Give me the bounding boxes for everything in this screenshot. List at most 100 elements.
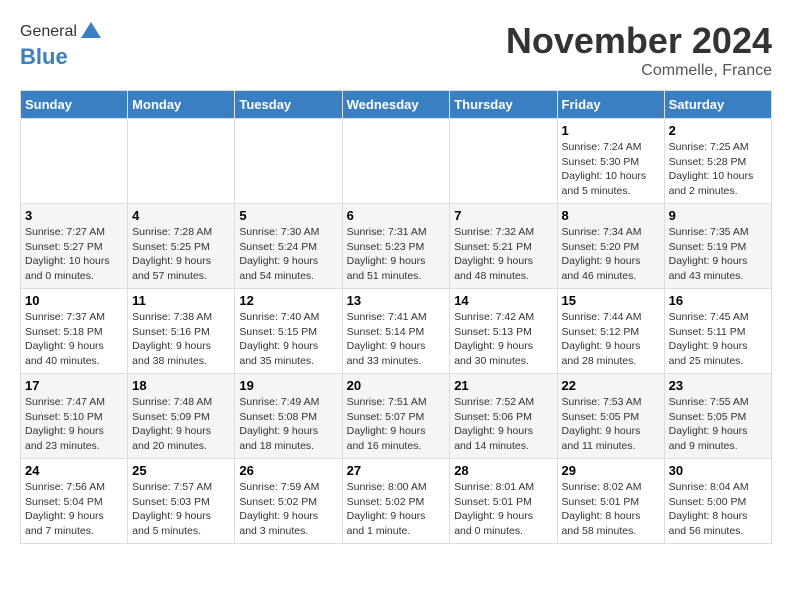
calendar-cell: 9 Sunrise: 7:35 AM Sunset: 5:19 PM Daylig… <box>664 204 771 289</box>
day-number: 1 <box>562 123 660 138</box>
day-number: 17 <box>25 378 123 393</box>
day-number: 18 <box>132 378 230 393</box>
weekday-header: Tuesday <box>235 91 342 119</box>
weekday-header: Sunday <box>21 91 128 119</box>
day-info: Sunrise: 7:55 AM Sunset: 5:05 PM Dayligh… <box>669 395 767 454</box>
day-number: 19 <box>239 378 337 393</box>
weekday-header: Friday <box>557 91 664 119</box>
day-info: Sunrise: 8:01 AM Sunset: 5:01 PM Dayligh… <box>454 480 552 539</box>
calendar-cell: 26 Sunrise: 7:59 AM Sunset: 5:02 PM Dayli… <box>235 459 342 544</box>
calendar-cell: 16Sunrise: 7:45 AM Sunset: 5:11 PM Dayli… <box>664 289 771 374</box>
day-number: 9 <box>669 208 767 223</box>
day-info: Sunrise: 8:00 AM Sunset: 5:02 PM Dayligh… <box>347 480 446 539</box>
calendar-cell: 24Sunrise: 7:56 AM Sunset: 5:04 PM Dayli… <box>21 459 128 544</box>
day-number: 3 <box>25 208 123 223</box>
day-number: 30 <box>669 463 767 478</box>
calendar-cell: 29 Sunrise: 8:02 AM Sunset: 5:01 PM Dayli… <box>557 459 664 544</box>
calendar-header-row: SundayMondayTuesdayWednesdayThursdayFrid… <box>21 91 772 119</box>
day-number: 16 <box>669 293 767 308</box>
calendar-week-row: 24Sunrise: 7:56 AM Sunset: 5:04 PM Dayli… <box>21 459 772 544</box>
calendar-cell: 11 Sunrise: 7:38 AM Sunset: 5:16 PM Dayli… <box>128 289 235 374</box>
calendar-cell: 19 Sunrise: 7:49 AM Sunset: 5:08 PM Dayli… <box>235 374 342 459</box>
day-number: 29 <box>562 463 660 478</box>
calendar-cell: 10 Sunrise: 7:37 AM Sunset: 5:18 PM Dayli… <box>21 289 128 374</box>
calendar-cell: 30 Sunrise: 8:04 AM Sunset: 5:00 PM Dayli… <box>664 459 771 544</box>
day-info: Sunrise: 7:32 AM Sunset: 5:21 PM Dayligh… <box>454 225 552 284</box>
calendar-table: SundayMondayTuesdayWednesdayThursdayFrid… <box>20 90 772 544</box>
day-info: Sunrise: 8:02 AM Sunset: 5:01 PM Dayligh… <box>562 480 660 539</box>
calendar-cell: 20 Sunrise: 7:51 AM Sunset: 5:07 PM Dayli… <box>342 374 450 459</box>
day-info: Sunrise: 7:42 AM Sunset: 5:13 PM Dayligh… <box>454 310 552 369</box>
day-number: 15 <box>562 293 660 308</box>
calendar-week-row: 10 Sunrise: 7:37 AM Sunset: 5:18 PM Dayli… <box>21 289 772 374</box>
day-info: Sunrise: 7:59 AM Sunset: 5:02 PM Dayligh… <box>239 480 337 539</box>
day-number: 23 <box>669 378 767 393</box>
day-info: Sunrise: 7:51 AM Sunset: 5:07 PM Dayligh… <box>347 395 446 454</box>
day-info: Sunrise: 7:49 AM Sunset: 5:08 PM Dayligh… <box>239 395 337 454</box>
weekday-header: Saturday <box>664 91 771 119</box>
calendar-cell: 1 Sunrise: 7:24 AM Sunset: 5:30 PM Daylig… <box>557 119 664 204</box>
day-info: Sunrise: 7:24 AM Sunset: 5:30 PM Dayligh… <box>562 140 660 199</box>
logo-icon <box>79 20 103 44</box>
day-number: 11 <box>132 293 230 308</box>
calendar-cell: 3 Sunrise: 7:27 AM Sunset: 5:27 PM Daylig… <box>21 204 128 289</box>
logo: General Blue <box>20 20 103 70</box>
day-info: Sunrise: 7:56 AM Sunset: 5:04 PM Dayligh… <box>25 480 123 539</box>
day-number: 21 <box>454 378 552 393</box>
calendar-week-row: 17 Sunrise: 7:47 AM Sunset: 5:10 PM Dayli… <box>21 374 772 459</box>
month-title: November 2024 <box>506 20 772 62</box>
location-subtitle: Commelle, France <box>506 62 772 80</box>
day-info: Sunrise: 7:37 AM Sunset: 5:18 PM Dayligh… <box>25 310 123 369</box>
calendar-cell: 5 Sunrise: 7:30 AM Sunset: 5:24 PM Daylig… <box>235 204 342 289</box>
calendar-cell: 22Sunrise: 7:53 AM Sunset: 5:05 PM Dayli… <box>557 374 664 459</box>
day-info: Sunrise: 7:44 AM Sunset: 5:12 PM Dayligh… <box>562 310 660 369</box>
day-info: Sunrise: 7:40 AM Sunset: 5:15 PM Dayligh… <box>239 310 337 369</box>
day-number: 13 <box>347 293 446 308</box>
day-number: 4 <box>132 208 230 223</box>
calendar-cell: 7 Sunrise: 7:32 AM Sunset: 5:21 PM Daylig… <box>450 204 557 289</box>
day-number: 26 <box>239 463 337 478</box>
day-number: 6 <box>347 208 446 223</box>
calendar-cell <box>21 119 128 204</box>
day-info: Sunrise: 7:27 AM Sunset: 5:27 PM Dayligh… <box>25 225 123 284</box>
calendar-cell: 14 Sunrise: 7:42 AM Sunset: 5:13 PM Dayli… <box>450 289 557 374</box>
day-number: 10 <box>25 293 123 308</box>
day-number: 14 <box>454 293 552 308</box>
calendar-cell <box>342 119 450 204</box>
day-info: Sunrise: 7:52 AM Sunset: 5:06 PM Dayligh… <box>454 395 552 454</box>
day-info: Sunrise: 7:38 AM Sunset: 5:16 PM Dayligh… <box>132 310 230 369</box>
calendar-cell: 21 Sunrise: 7:52 AM Sunset: 5:06 PM Dayli… <box>450 374 557 459</box>
day-number: 22 <box>562 378 660 393</box>
day-info: Sunrise: 7:34 AM Sunset: 5:20 PM Dayligh… <box>562 225 660 284</box>
day-info: Sunrise: 7:41 AM Sunset: 5:14 PM Dayligh… <box>347 310 446 369</box>
day-number: 20 <box>347 378 446 393</box>
day-info: Sunrise: 7:57 AM Sunset: 5:03 PM Dayligh… <box>132 480 230 539</box>
day-number: 7 <box>454 208 552 223</box>
calendar-week-row: 1 Sunrise: 7:24 AM Sunset: 5:30 PM Daylig… <box>21 119 772 204</box>
day-info: Sunrise: 8:04 AM Sunset: 5:00 PM Dayligh… <box>669 480 767 539</box>
weekday-header: Wednesday <box>342 91 450 119</box>
calendar-cell: 25 Sunrise: 7:57 AM Sunset: 5:03 PM Dayli… <box>128 459 235 544</box>
day-number: 25 <box>132 463 230 478</box>
calendar-cell: 12 Sunrise: 7:40 AM Sunset: 5:15 PM Dayli… <box>235 289 342 374</box>
day-info: Sunrise: 7:30 AM Sunset: 5:24 PM Dayligh… <box>239 225 337 284</box>
day-number: 27 <box>347 463 446 478</box>
day-info: Sunrise: 7:31 AM Sunset: 5:23 PM Dayligh… <box>347 225 446 284</box>
weekday-header: Thursday <box>450 91 557 119</box>
day-number: 2 <box>669 123 767 138</box>
calendar-cell: 27 Sunrise: 8:00 AM Sunset: 5:02 PM Dayli… <box>342 459 450 544</box>
calendar-cell: 18 Sunrise: 7:48 AM Sunset: 5:09 PM Dayli… <box>128 374 235 459</box>
day-info: Sunrise: 7:48 AM Sunset: 5:09 PM Dayligh… <box>132 395 230 454</box>
day-info: Sunrise: 7:47 AM Sunset: 5:10 PM Dayligh… <box>25 395 123 454</box>
calendar-cell: 28Sunrise: 8:01 AM Sunset: 5:01 PM Dayli… <box>450 459 557 544</box>
calendar-cell: 2Sunrise: 7:25 AM Sunset: 5:28 PM Daylig… <box>664 119 771 204</box>
calendar-cell: 23 Sunrise: 7:55 AM Sunset: 5:05 PM Dayli… <box>664 374 771 459</box>
weekday-header: Monday <box>128 91 235 119</box>
day-number: 12 <box>239 293 337 308</box>
calendar-cell: 6 Sunrise: 7:31 AM Sunset: 5:23 PM Daylig… <box>342 204 450 289</box>
calendar-cell <box>128 119 235 204</box>
calendar-cell <box>450 119 557 204</box>
day-info: Sunrise: 7:35 AM Sunset: 5:19 PM Dayligh… <box>669 225 767 284</box>
calendar-cell: 8Sunrise: 7:34 AM Sunset: 5:20 PM Daylig… <box>557 204 664 289</box>
day-number: 5 <box>239 208 337 223</box>
